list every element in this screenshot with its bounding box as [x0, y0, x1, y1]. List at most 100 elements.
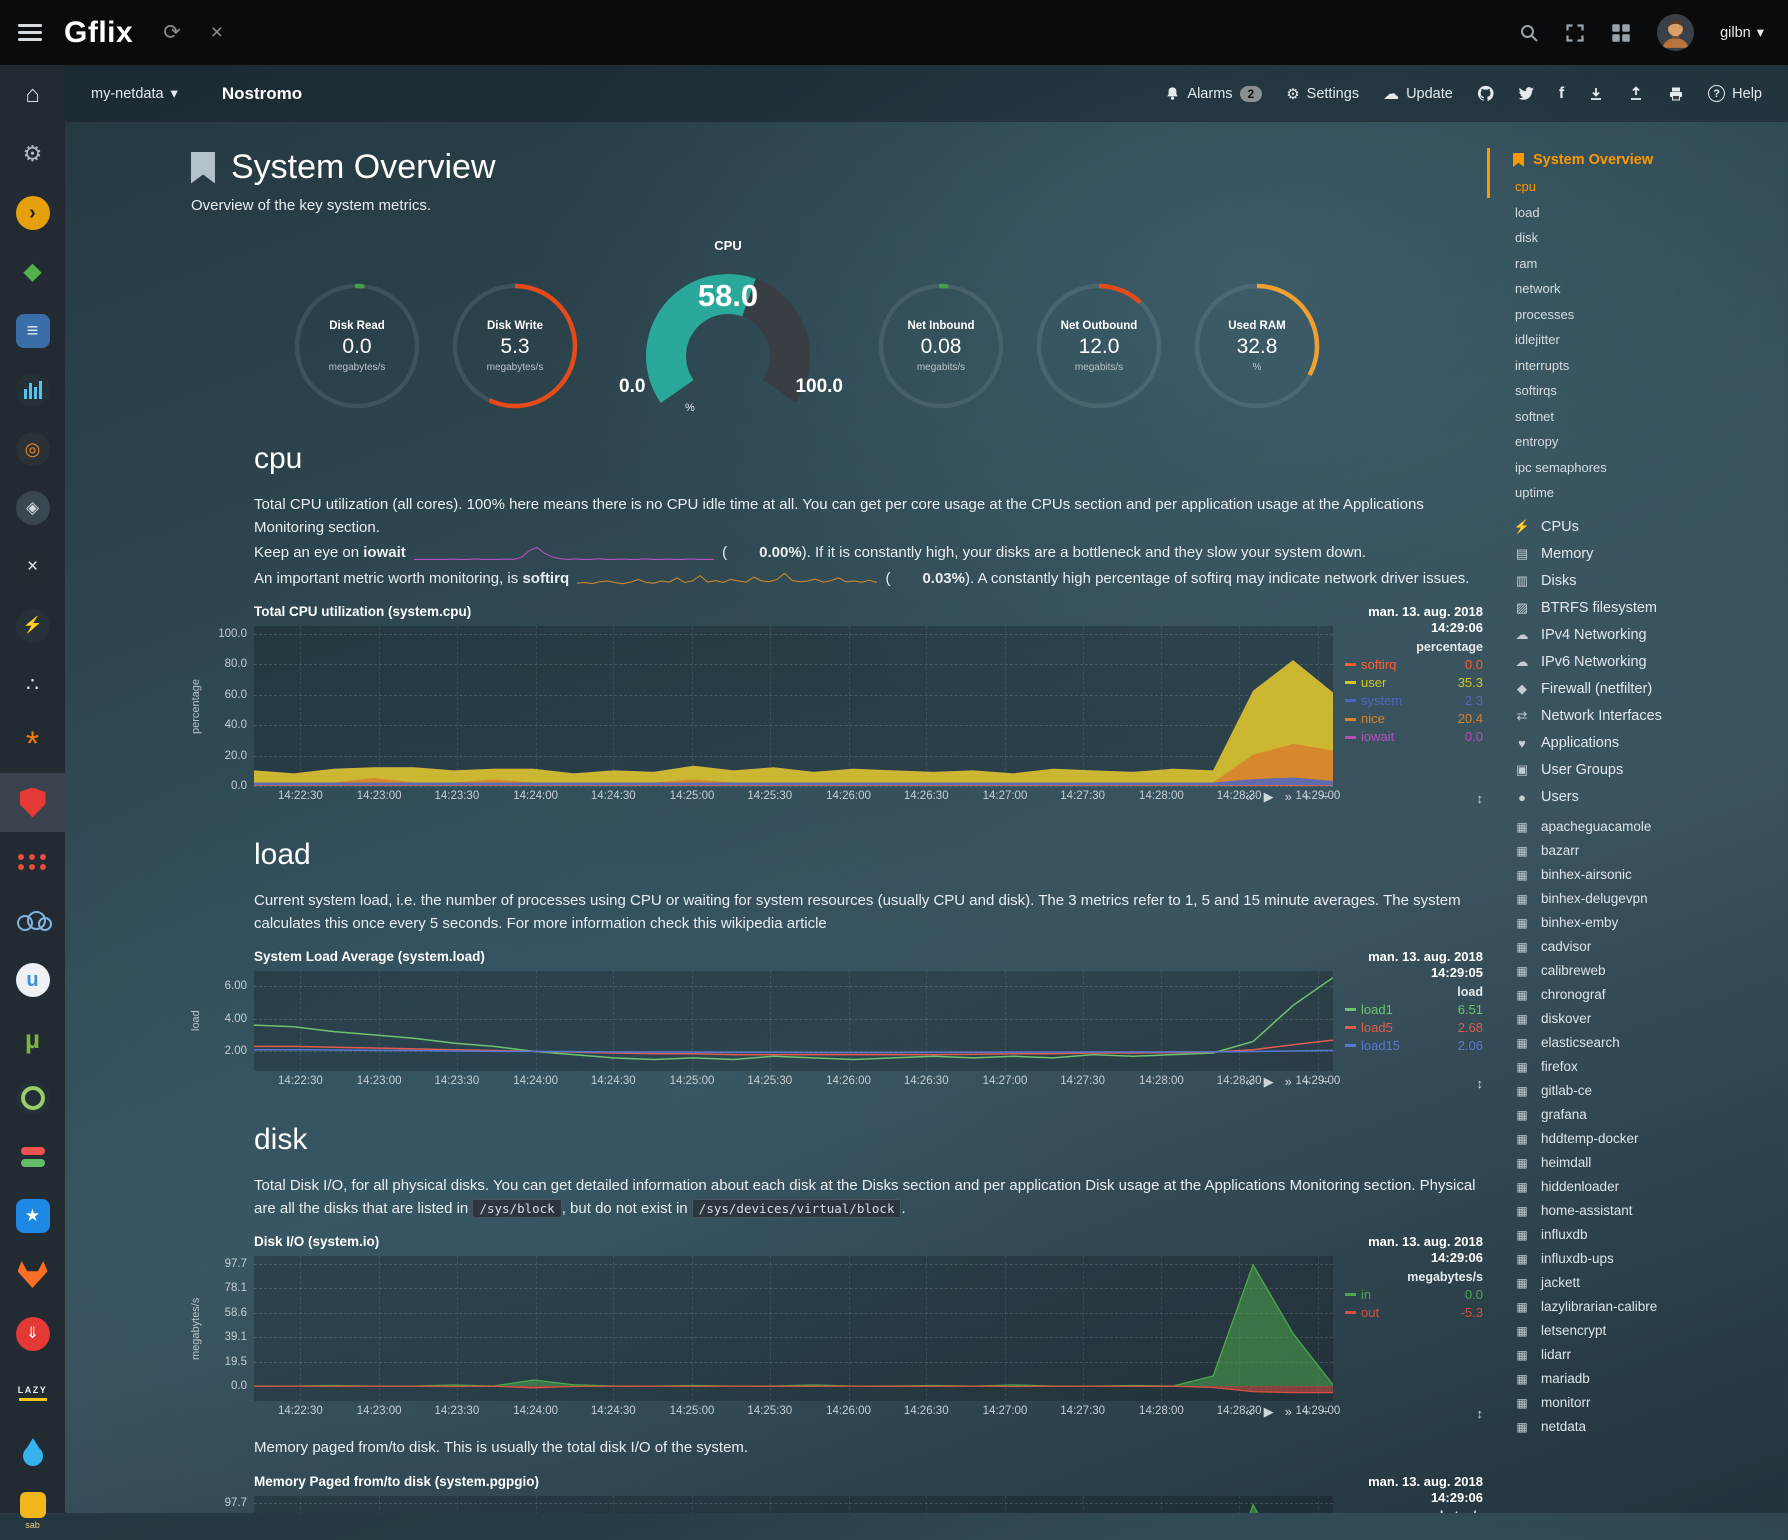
zoom-in-button[interactable]: + — [1303, 789, 1311, 805]
menu-section-ipv4-networking[interactable]: ☁IPv4 Networking — [1497, 622, 1788, 649]
menu-subitem-load[interactable]: load — [1497, 200, 1788, 226]
sidebar-app-nodes[interactable]: ∴ — [0, 655, 65, 714]
menu-section-user-groups[interactable]: ▣User Groups — [1497, 757, 1788, 784]
chart-plot-area[interactable] — [254, 626, 1333, 786]
play-button[interactable]: ▶ — [1264, 1404, 1274, 1420]
menu-app-calibreweb[interactable]: ▦calibreweb — [1497, 959, 1788, 983]
menu-section-network-interfaces[interactable]: ⇄Network Interfaces — [1497, 703, 1788, 730]
sidebar-app-gitlab[interactable] — [0, 1245, 65, 1304]
menu-subitem-disk[interactable]: disk — [1497, 225, 1788, 251]
fullscreen-icon[interactable] — [1565, 23, 1585, 43]
menu-app-binhex-delugevpn[interactable]: ▦binhex-delugevpn — [1497, 887, 1788, 911]
upload-snapshot-button[interactable] — [1628, 86, 1644, 102]
menu-subitem-entropy[interactable]: entropy — [1497, 429, 1788, 455]
legend-item-user[interactable]: user35.3 — [1345, 674, 1483, 692]
sidebar-app-pills[interactable] — [0, 1127, 65, 1186]
menu-app-hddtemp-docker[interactable]: ▦hddtemp-docker — [1497, 1127, 1788, 1151]
skip-back-button[interactable]: « — [1245, 789, 1252, 805]
iowait-sparkline[interactable] — [414, 545, 714, 561]
menu-app-influxdb-ups[interactable]: ▦influxdb-ups — [1497, 1247, 1788, 1271]
menu-section-system-overview[interactable]: System Overview — [1497, 148, 1788, 174]
menu-app-cadvisor[interactable]: ▦cadvisor — [1497, 935, 1788, 959]
skip-back-button[interactable]: « — [1245, 1074, 1252, 1090]
settings-button[interactable]: ⚙ Settings — [1286, 85, 1359, 103]
menu-subitem-processes[interactable]: processes — [1497, 302, 1788, 328]
legend-item-system[interactable]: system2.3 — [1345, 692, 1483, 710]
hamburger-menu-icon[interactable] — [18, 24, 42, 41]
menu-app-apacheguacamole[interactable]: ▦apacheguacamole — [1497, 815, 1788, 839]
menu-app-diskover[interactable]: ▦diskover — [1497, 1007, 1788, 1031]
sidebar-app-settings[interactable]: ⚙ — [0, 124, 65, 183]
softirq-sparkline[interactable] — [577, 571, 877, 587]
apps-grid-icon[interactable] — [1611, 23, 1631, 43]
help-button[interactable]: ? Help — [1708, 85, 1762, 102]
sidebar-app-monitorr[interactable] — [0, 832, 65, 891]
play-button[interactable]: ▶ — [1264, 789, 1274, 805]
zoom-out-button[interactable]: − — [1321, 1074, 1329, 1090]
sidebar-app-portainer[interactable]: ★ — [0, 1186, 65, 1245]
menu-app-netdata[interactable]: ▦netdata — [1497, 1415, 1788, 1439]
menu-section-btrfs-filesystem[interactable]: ▨BTRFS filesystem — [1497, 595, 1788, 622]
skip-back-button[interactable]: « — [1245, 1404, 1252, 1420]
sidebar-app-deluge[interactable] — [0, 1422, 65, 1481]
menu-app-bazarr[interactable]: ▦bazarr — [1497, 839, 1788, 863]
sidebar-app-nextcloud[interactable] — [0, 891, 65, 950]
sidebar-app-ring-app[interactable] — [0, 1068, 65, 1127]
legend-item-out[interactable]: out-5.3 — [1345, 1304, 1483, 1322]
host-dropdown[interactable]: my-netdata ▾ — [91, 86, 178, 102]
menu-app-elasticsearch[interactable]: ▦elasticsearch — [1497, 1031, 1788, 1055]
zoom-in-button[interactable]: + — [1303, 1074, 1311, 1090]
sidebar-app-ubooquity[interactable]: u — [0, 950, 65, 1009]
facebook-button[interactable]: f — [1559, 85, 1564, 103]
sidebar-app-gem[interactable]: ◆ — [0, 242, 65, 301]
legend-item-nice[interactable]: nice20.4 — [1345, 710, 1483, 728]
github-button[interactable] — [1477, 85, 1494, 102]
menu-subitem-uptime[interactable]: uptime — [1497, 480, 1788, 506]
menu-app-gitlab-ce[interactable]: ▦gitlab-ce — [1497, 1079, 1788, 1103]
menu-section-memory[interactable]: ▤Memory — [1497, 541, 1788, 568]
alarms-button[interactable]: Alarms 2 — [1165, 86, 1262, 102]
search-icon[interactable] — [1519, 23, 1539, 43]
menu-app-letsencrypt[interactable]: ▦letsencrypt — [1497, 1319, 1788, 1343]
menu-app-heimdall[interactable]: ▦heimdall — [1497, 1151, 1788, 1175]
legend-item-load1[interactable]: load16.51 — [1345, 1001, 1483, 1019]
menu-subitem-network[interactable]: network — [1497, 276, 1788, 302]
sidebar-app-sabnzbd[interactable]: sab — [0, 1481, 65, 1540]
download-snapshot-button[interactable] — [1588, 86, 1604, 102]
sidebar-app-app-x[interactable]: × — [0, 537, 65, 596]
menu-app-binhex-emby[interactable]: ▦binhex-emby — [1497, 911, 1788, 935]
zoom-out-button[interactable]: − — [1321, 1404, 1329, 1420]
sidebar-app-home[interactable]: ⌂ — [0, 65, 65, 124]
sidebar-app-plex[interactable]: › — [0, 183, 65, 242]
menu-app-jackett[interactable]: ▦jackett — [1497, 1271, 1788, 1295]
chart-plot-area[interactable] — [254, 1256, 1333, 1401]
menu-app-firefox[interactable]: ▦firefox — [1497, 1055, 1788, 1079]
chart-resize-handle[interactable]: ↕ — [1345, 791, 1483, 808]
chart-resize-handle[interactable]: ↕ — [1345, 1076, 1483, 1093]
menu-app-binhex-airsonic[interactable]: ▦binhex-airsonic — [1497, 863, 1788, 887]
menu-section-users[interactable]: ●Users — [1497, 784, 1788, 811]
menu-section-disks[interactable]: ▥Disks — [1497, 568, 1788, 595]
user-menu[interactable]: gilbn ▾ — [1720, 25, 1764, 41]
menu-subitem-cpu[interactable]: cpu — [1497, 174, 1788, 200]
menu-subitem-ipc-semaphores[interactable]: ipc semaphores — [1497, 455, 1788, 481]
legend-item-load15[interactable]: load152.06 — [1345, 1037, 1483, 1055]
refresh-icon[interactable]: ⟳ — [163, 22, 181, 43]
twitter-button[interactable] — [1518, 85, 1535, 102]
legend-item-in[interactable]: in0.0 — [1345, 1286, 1483, 1304]
chart-resize-handle[interactable]: ↕ — [1345, 1406, 1483, 1423]
sidebar-app-download-app[interactable]: ⇓ — [0, 1304, 65, 1363]
sidebar-app-docker[interactable]: ≡ — [0, 301, 65, 360]
menu-app-home-assistant[interactable]: ▦home-assistant — [1497, 1199, 1788, 1223]
menu-app-lazylibrarian-calibre[interactable]: ▦lazylibrarian-calibre — [1497, 1295, 1788, 1319]
print-button[interactable] — [1668, 86, 1684, 102]
update-button[interactable]: ☁ Update — [1383, 84, 1453, 104]
menu-app-influxdb[interactable]: ▦influxdb — [1497, 1223, 1788, 1247]
legend-item-load5[interactable]: load52.68 — [1345, 1019, 1483, 1037]
skip-forward-button[interactable]: » — [1285, 1074, 1292, 1090]
menu-section-cpus[interactable]: ⚡CPUs — [1497, 514, 1788, 541]
avatar[interactable] — [1657, 14, 1694, 51]
skip-forward-button[interactable]: » — [1285, 1404, 1292, 1420]
menu-app-mariadb[interactable]: ▦mariadb — [1497, 1367, 1788, 1391]
menu-section-ipv6-networking[interactable]: ☁IPv6 Networking — [1497, 649, 1788, 676]
